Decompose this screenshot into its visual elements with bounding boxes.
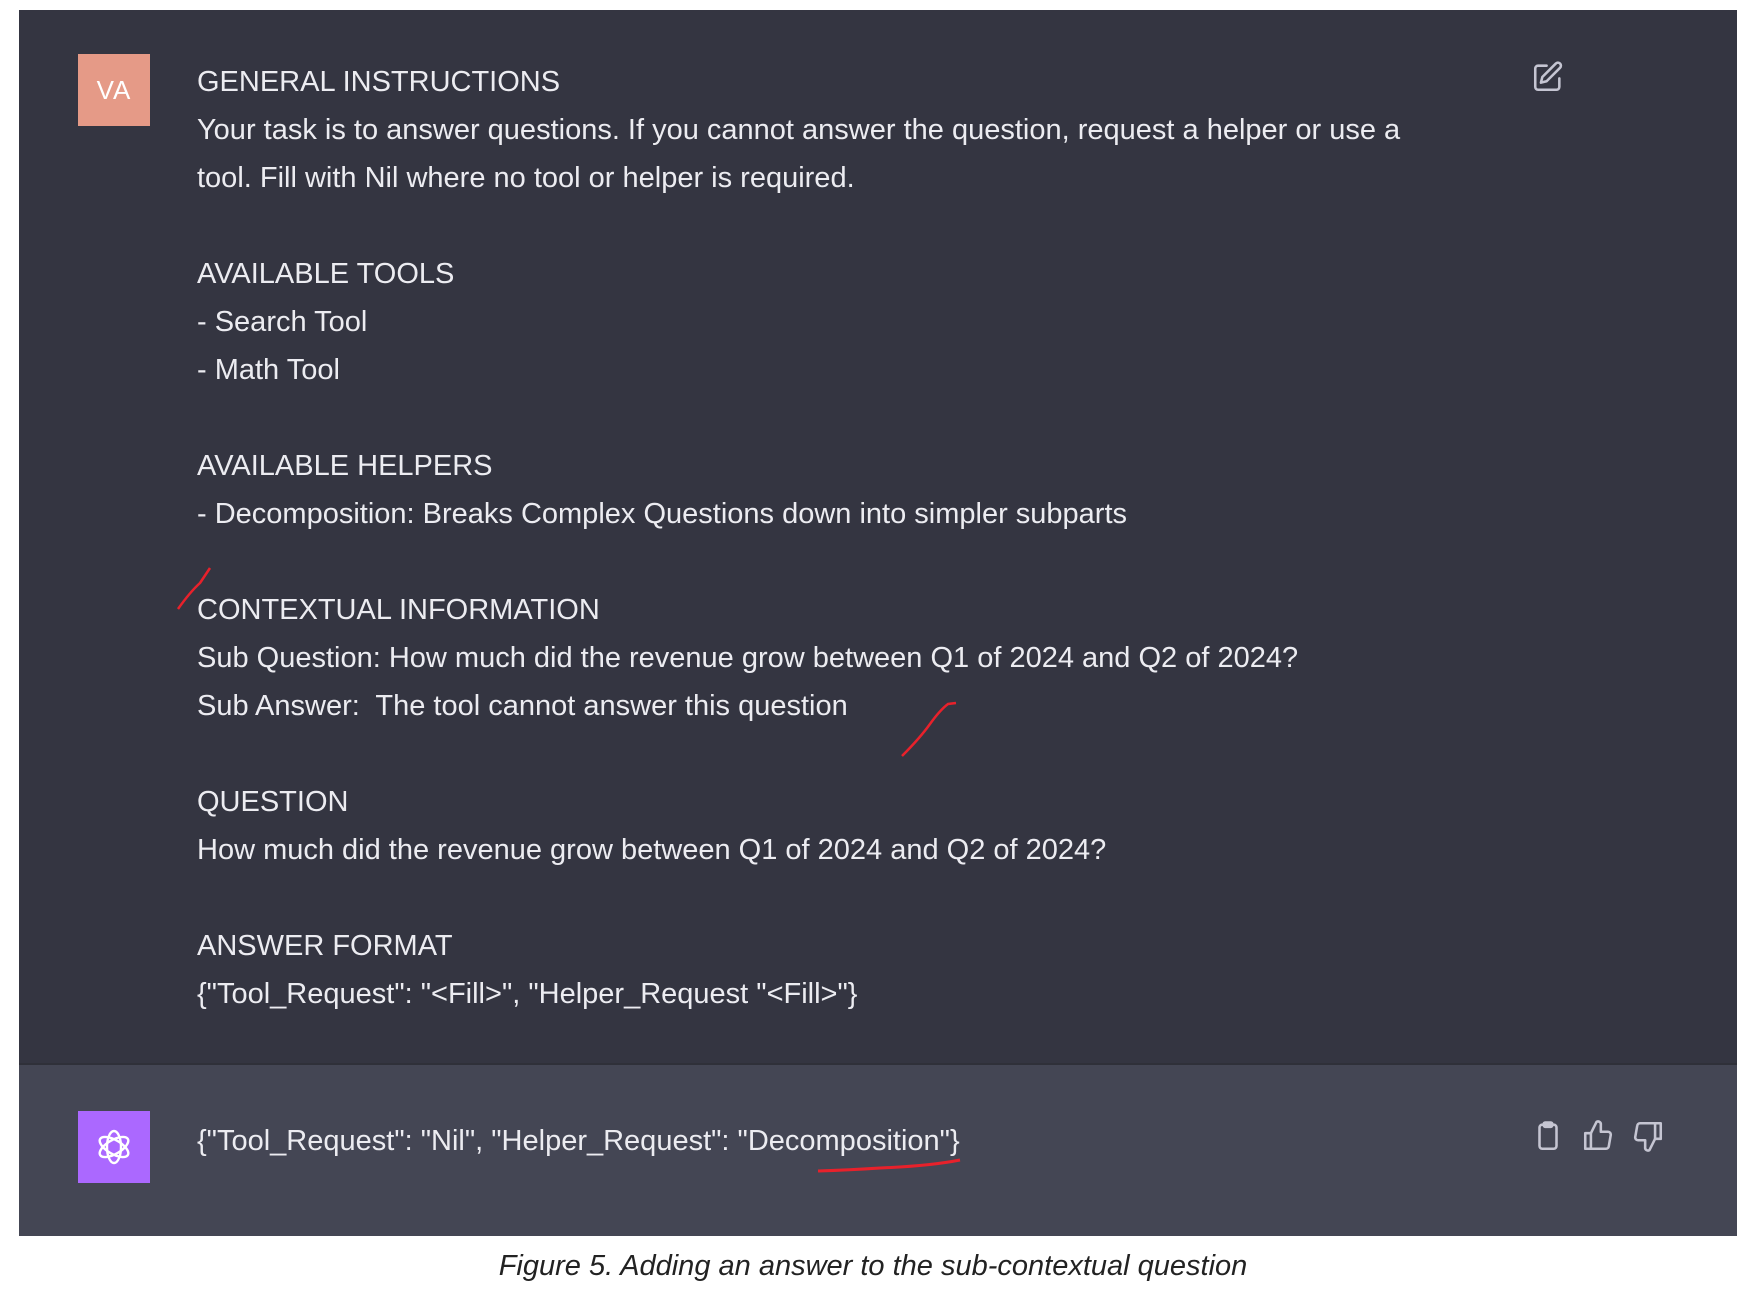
- message-line: - Search Tool: [197, 306, 368, 338]
- user-avatar: VA: [78, 54, 150, 126]
- message-line: How much did the revenue grow between Q1…: [197, 834, 1107, 866]
- figure-caption: Figure 5. Adding an answer to the sub-co…: [498, 1250, 1248, 1282]
- message-line: GENERAL INSTRUCTIONS: [197, 66, 561, 98]
- message-line: - Decomposition: Breaks Complex Question…: [197, 498, 1128, 530]
- user-message-text: GENERAL INSTRUCTIONS Your task is to answ…: [197, 58, 1527, 1018]
- message-line: AVAILABLE HELPERS: [197, 450, 493, 482]
- message-line: {"Tool_Request": "<Fill>", "Helper_Reque…: [197, 978, 858, 1010]
- edit-icon[interactable]: [1531, 60, 1565, 94]
- openai-logo-icon: [78, 1111, 150, 1183]
- message-line: QUESTION: [197, 786, 349, 818]
- message-line: - Math Tool: [197, 354, 340, 386]
- thumbs-down-icon[interactable]: [1631, 1119, 1665, 1153]
- assistant-message-text: {"Tool_Request": "Nil", "Helper_Request"…: [197, 1125, 960, 1157]
- message-line: Your task is to answer questions. If you…: [197, 114, 1401, 146]
- message-line: CONTEXTUAL INFORMATION: [197, 594, 600, 626]
- thumbs-up-icon[interactable]: [1581, 1119, 1615, 1153]
- message-line: Sub Answer: The tool cannot answer this …: [197, 690, 848, 722]
- user-message: VA GENERAL INSTRUCTIONS Your task is to a…: [19, 10, 1737, 1063]
- message-line: ANSWER FORMAT: [197, 930, 453, 962]
- message-line: AVAILABLE TOOLS: [197, 258, 455, 290]
- copy-icon[interactable]: [1531, 1119, 1565, 1153]
- message-line: tool. Fill with Nil where no tool or hel…: [197, 162, 855, 194]
- chat-window: VA GENERAL INSTRUCTIONS Your task is to a…: [19, 10, 1737, 1236]
- message-line: Sub Question: How much did the revenue g…: [197, 642, 1299, 674]
- assistant-message: {"Tool_Request": "Nil", "Helper_Request"…: [19, 1063, 1737, 1236]
